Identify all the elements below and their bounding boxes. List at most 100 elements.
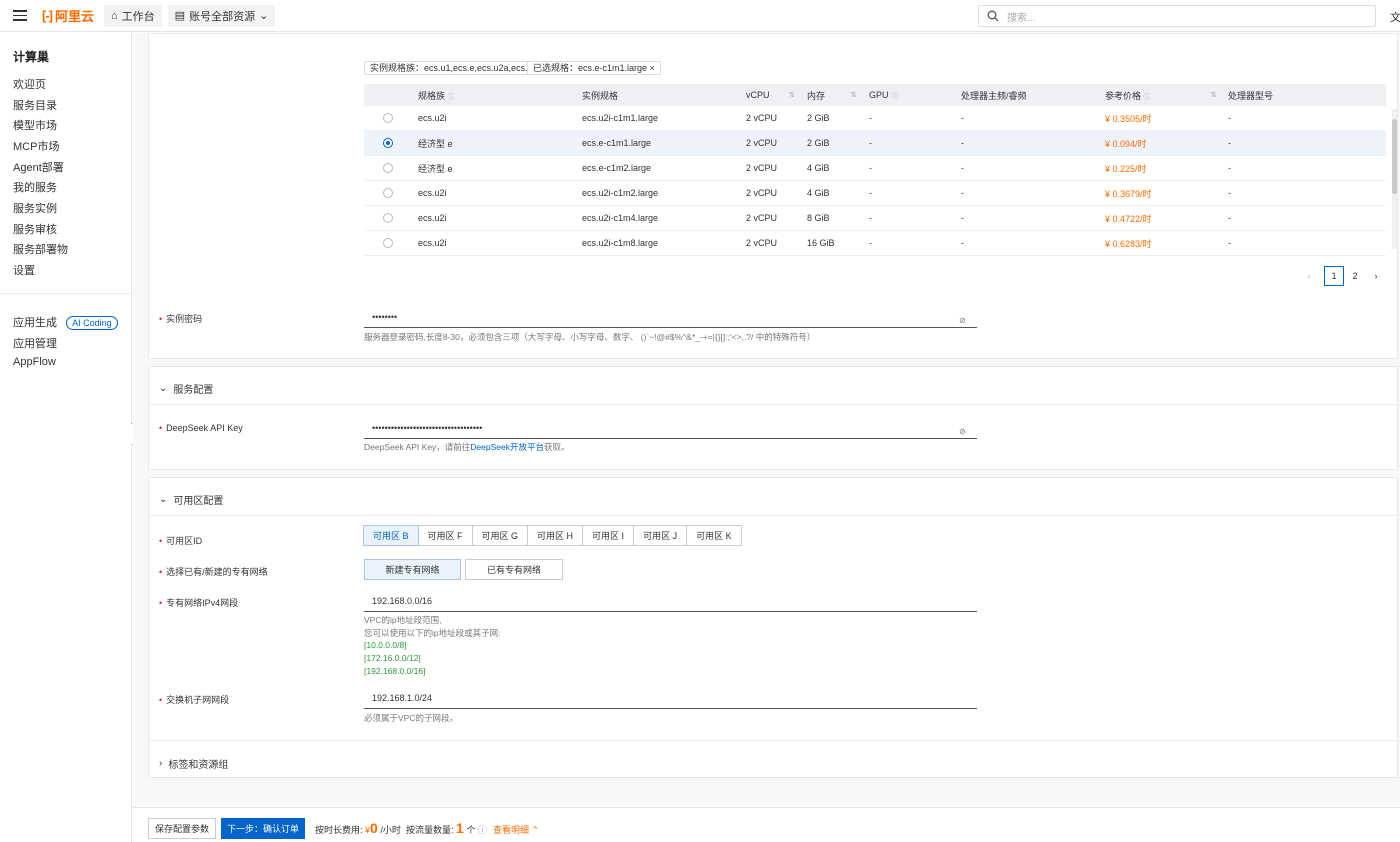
account-resources-label: 账号全部资源 [189, 10, 256, 23]
cell-spec: ecs.u2i-c1m8.large [582, 238, 659, 248]
menu-icon[interactable] [6, 2, 34, 30]
cell-family: ecs.u2i [418, 213, 447, 223]
next-confirm-order-button[interactable]: 下一步：确认订单 [221, 818, 305, 839]
zone-f-option[interactable]: 可用区 F [417, 525, 473, 546]
cell-mem: 4 GiB [807, 163, 830, 173]
cell-spec: ecs.u2i-c1m2.large [582, 188, 659, 198]
cell-family: 经济型 e [418, 138, 453, 149]
sidebar-item-catalog[interactable]: 服务目录 [13, 97, 57, 113]
chevron-down-icon: ⌄ [259, 10, 269, 22]
service-config-header[interactable]: ⌄ 服务配置 [159, 381, 213, 396]
page-1-button[interactable]: 1 [1324, 266, 1344, 286]
vpc-cidr-label: 专有网络IPv4网段 [159, 596, 238, 609]
sidebar-item-my-services[interactable]: 我的服务 [13, 179, 57, 195]
cell-vcpu: 2 vCPU [746, 213, 778, 223]
page-2-button[interactable]: 2 [1345, 266, 1365, 286]
sort-icon[interactable]: ⇅ [1211, 91, 1217, 99]
sort-icon[interactable]: ⇅ [851, 91, 857, 99]
deepseek-platform-link[interactable]: DeepSeek开放平台 [470, 442, 544, 452]
zone-i-option[interactable]: 可用区 I [582, 525, 635, 546]
col-memory[interactable]: 内存 [807, 89, 825, 102]
vpc-choice-label: 选择已有/新建的专有网络 [159, 565, 268, 578]
save-config-button[interactable]: 保存配置参数 [148, 818, 216, 839]
next-page-icon[interactable]: › [1366, 266, 1386, 286]
row-radio[interactable] [383, 188, 393, 198]
family-filter-tag[interactable]: 实例规格族：ecs.u1,ecs.e,ecs.u2a,ecs.u2i [364, 61, 546, 75]
vpc-cidr-input[interactable]: 192.168.0.0/16 [364, 592, 977, 612]
cell-freq: - [961, 238, 964, 248]
zone-b-option[interactable]: 可用区 B [363, 525, 419, 546]
cell-gpu: - [869, 238, 872, 248]
col-vcpu[interactable]: vCPU [746, 90, 770, 100]
sidebar: 计算巢 欢迎页 服务目录 模型市场 MCP市场 Agent部署 我的服务 服务实… [0, 33, 132, 842]
aliyun-logo[interactable]: [-] 阿里云 [42, 6, 94, 25]
table-row[interactable]: ecs.u2i ecs.u2i-c1m8.large 2 vCPU 16 GiB - - ¥… [364, 231, 1386, 256]
cidr-help-2: 您可以使用以下的ip地址段或其子网: [364, 628, 501, 638]
cell-freq: - [961, 138, 964, 148]
sidebar-item-service-review[interactable]: 服务审核 [13, 221, 57, 237]
sidebar-item-settings[interactable]: 设置 [13, 262, 35, 278]
zone-g-option[interactable]: 可用区 G [471, 525, 529, 546]
search-input[interactable]: 搜索... [978, 5, 1376, 27]
traffic-count: 按流量数量: 1 个 ⓘ [406, 820, 487, 836]
row-radio[interactable] [383, 138, 393, 148]
cell-spec: ecs.u2i-c1m1.large [582, 113, 659, 123]
zone-config-header[interactable]: ⌄ 可用区配置 [159, 492, 223, 507]
sidebar-item-app-manage[interactable]: 应用管理 [13, 335, 57, 351]
instance-password-input[interactable]: •••••••• ⊘ [364, 308, 977, 328]
sidebar-item-mcp-market[interactable]: MCP市场 [13, 138, 59, 154]
chevron-right-icon: › [159, 758, 163, 769]
zone-j-option[interactable]: 可用区 J [633, 525, 688, 546]
sidebar-item-agent-deploy[interactable]: Agent部署 [13, 159, 64, 175]
selected-spec-tag[interactable]: 已选规格：ecs.e-c1m1.large × [527, 61, 661, 75]
cell-gpu: - [869, 113, 872, 123]
row-radio[interactable] [383, 163, 393, 173]
sidebar-item-appflow[interactable]: AppFlow [13, 356, 56, 368]
table-row[interactable]: ecs.u2i ecs.u2i-c1m2.large 2 vCPU 4 GiB - - ¥ … [364, 181, 1386, 206]
sort-icon[interactable]: ⇅ [789, 91, 795, 99]
view-details-link[interactable]: 查看明细 ⌃ [493, 823, 539, 836]
cell-mem: 2 GiB [807, 113, 830, 123]
api-key-label: DeepSeek API Key [159, 423, 243, 433]
cell-mem: 2 GiB [807, 138, 830, 148]
sidebar-item-model-market[interactable]: 模型市场 [13, 117, 57, 133]
tags-section-header[interactable]: › 标签和资源组 [159, 756, 228, 771]
table-row[interactable]: 经济型 e ecs.e-c1m2.large 2 vCPU 4 GiB - - ¥ 0.22… [364, 156, 1386, 181]
cell-vcpu: 2 vCPU [746, 138, 778, 148]
cell-price: ¥ 0.3679/时 [1105, 188, 1152, 199]
new-vpc-button[interactable]: 新建专有网络 [364, 559, 461, 580]
cell-vcpu: 2 vCPU [746, 113, 778, 123]
sidebar-item-app-generate[interactable]: 应用生成 AI Coding [13, 314, 118, 331]
vswitch-cidr-label: 交换机子网网段 [159, 693, 229, 706]
sidebar-item-welcome[interactable]: 欢迎页 [13, 76, 46, 92]
zone-h-option[interactable]: 可用区 H [527, 525, 584, 546]
cell-family: ecs.u2i [418, 238, 447, 248]
prev-page-icon[interactable]: ‹ [1299, 266, 1319, 286]
row-radio[interactable] [383, 213, 393, 223]
sidebar-item-deploy-artifacts[interactable]: 服务部署物 [13, 241, 68, 257]
service-config-title: 服务配置 [173, 385, 214, 396]
zone-k-option[interactable]: 可用区 K [686, 525, 742, 546]
api-key-input[interactable]: ••••••••••••••••••••••••••••••••••• ⊘ [364, 419, 977, 439]
table-row[interactable]: 经济型 e ecs.e-c1m1.large 2 vCPU 2 GiB - - ¥ 0.09… [364, 131, 1386, 156]
table-row[interactable]: ecs.u2i ecs.u2i-c1m1.large 2 vCPU 2 GiB - - ¥ … [364, 106, 1386, 131]
col-cpu-model: 处理器型号 [1228, 90, 1274, 101]
col-price[interactable]: 参考价格 ⓘ [1105, 89, 1151, 102]
workbench-label: 工作台 [121, 10, 155, 23]
docs-link[interactable]: 文档 [1390, 9, 1400, 25]
table-scrollbar[interactable] [1392, 109, 1397, 249]
workbench-button[interactable]: ⌂ 工作台 [104, 4, 162, 27]
section-divider [149, 404, 1399, 405]
account-resources-dropdown[interactable]: ▤ 账号全部资源 ⌄ [167, 4, 276, 27]
eye-off-icon[interactable]: ⊘ [959, 423, 969, 436]
row-radio[interactable] [383, 238, 393, 248]
row-radio[interactable] [383, 113, 393, 123]
sidebar-item-service-instances[interactable]: 服务实例 [13, 200, 57, 216]
cell-gpu: - [869, 163, 872, 173]
cell-freq: - [961, 163, 964, 173]
vswitch-cidr-input[interactable]: 192.168.1.0/24 [364, 689, 977, 709]
eye-off-icon[interactable]: ⊘ [959, 312, 969, 325]
api-key-value: ••••••••••••••••••••••••••••••••••• [372, 423, 483, 433]
existing-vpc-button[interactable]: 已有专有网络 [465, 559, 563, 580]
table-row[interactable]: ecs.u2i ecs.u2i-c1m4.large 2 vCPU 8 GiB - - ¥ … [364, 206, 1386, 231]
